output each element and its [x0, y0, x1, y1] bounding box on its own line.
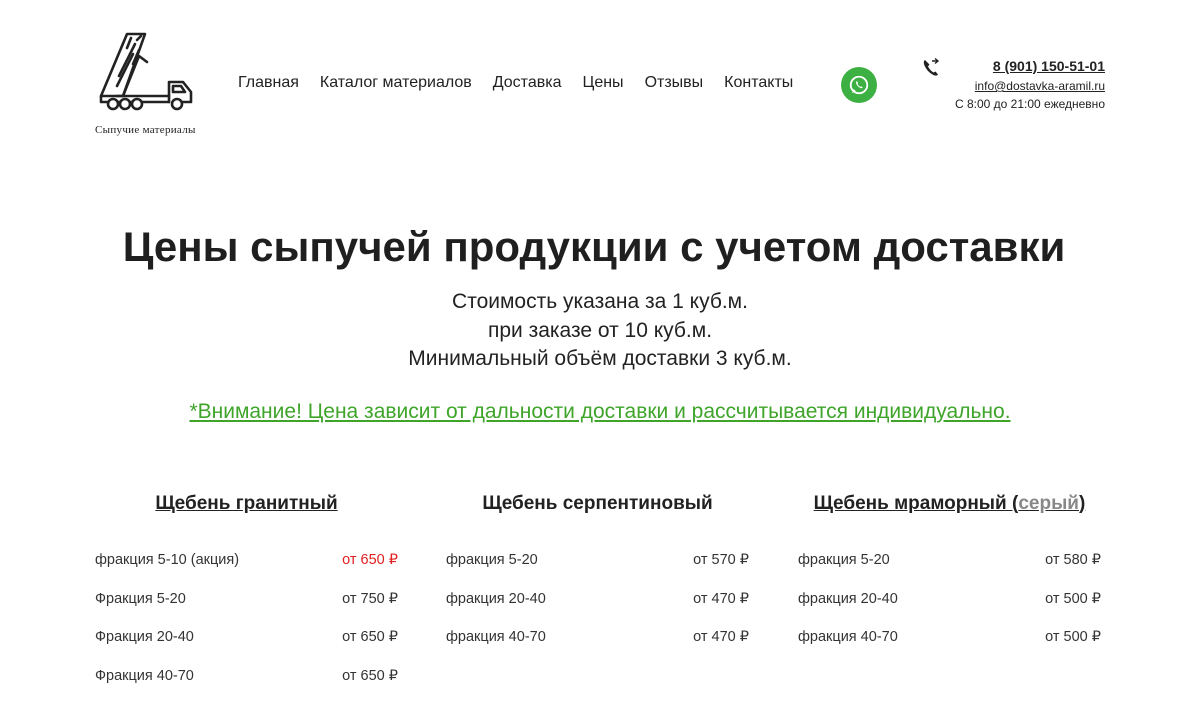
- column-title: Щебень мраморный (серый): [798, 490, 1101, 518]
- price-value: от 750 ₽: [342, 591, 398, 630]
- price-value: от 500 ₽: [1045, 591, 1101, 630]
- price-value: от 650 ₽: [342, 668, 398, 706]
- price-row: Фракция 5-20 от 750 ₽: [95, 591, 398, 630]
- price-value: от 570 ₽: [693, 552, 749, 591]
- email-link[interactable]: info@dostavka-aramil.ru: [955, 78, 1105, 94]
- marble-title-end: ): [1079, 493, 1085, 514]
- nav-home[interactable]: Главная: [238, 74, 299, 92]
- marble-link[interactable]: Щебень мраморный (серый): [814, 493, 1086, 514]
- column-title: Щебень серпентиновый: [446, 490, 749, 518]
- price-conditions: Стоимость указана за 1 куб.м. при заказе…: [0, 288, 1200, 374]
- price-value: от 470 ₽: [693, 629, 749, 668]
- fraction-label: фракция 20-40: [798, 591, 898, 630]
- fraction-label: фракция 40-70: [798, 629, 898, 668]
- price-list: фракция 5-20 от 580 ₽ фракция 20-40 от 5…: [798, 552, 1101, 668]
- logo-caption: Сыпучие материалы: [95, 124, 196, 136]
- fraction-label: Фракция 5-20: [95, 591, 186, 630]
- attention-note-link[interactable]: *Внимание! Цена зависит от дальности дос…: [189, 400, 1010, 423]
- price-row: фракция 40-70 от 500 ₽: [798, 629, 1101, 668]
- whatsapp-icon: [848, 74, 870, 96]
- column-title: Щебень гранитный: [95, 490, 398, 518]
- contact-block: 8 (901) 150-51-01 info@dostavka-aramil.r…: [955, 57, 1105, 112]
- price-row: фракция 40-70 от 470 ₽: [446, 629, 749, 668]
- nav-reviews[interactable]: Отзывы: [645, 74, 704, 92]
- site-logo[interactable]: Сыпучие материалы: [95, 30, 205, 140]
- price-column-serpentine: Щебень серпентиновый фракция 5-20 от 570…: [446, 490, 749, 518]
- price-column-granite: Щебень гранитный фракция 5-10 (акция) от…: [95, 490, 398, 518]
- grey-variant-link[interactable]: серый: [1018, 493, 1079, 514]
- price-value: от 470 ₽: [693, 591, 749, 630]
- condition-line: Стоимость указана за 1 куб.м.: [0, 288, 1200, 317]
- condition-line: при заказе от 10 куб.м.: [0, 317, 1200, 346]
- price-row: Фракция 40-70 от 650 ₽: [95, 668, 398, 706]
- price-value: от 580 ₽: [1045, 552, 1101, 591]
- price-value: от 500 ₽: [1045, 629, 1101, 668]
- nav-contacts[interactable]: Контакты: [724, 74, 793, 92]
- page-title: Цены сыпучей продукции с учетом доставки: [0, 222, 1188, 272]
- nav-prices[interactable]: Цены: [582, 74, 623, 92]
- fraction-label: фракция 5-20: [446, 552, 538, 591]
- fraction-label: Фракция 40-70: [95, 668, 194, 706]
- price-row: фракция 5-20 от 580 ₽: [798, 552, 1101, 591]
- phone-link[interactable]: 8 (901) 150-51-01: [955, 57, 1105, 75]
- granite-link[interactable]: Щебень гранитный: [155, 493, 337, 514]
- whatsapp-button[interactable]: [841, 67, 877, 103]
- dump-truck-icon: [97, 30, 193, 112]
- condition-line: Минимальный объём доставки 3 куб.м.: [0, 345, 1200, 374]
- fraction-label: Фракция 20-40: [95, 629, 194, 668]
- price-row: Фракция 20-40 от 650 ₽: [95, 629, 398, 668]
- price-list: фракция 5-20 от 570 ₽ фракция 20-40 от 4…: [446, 552, 749, 668]
- fraction-label: фракция 40-70: [446, 629, 546, 668]
- price-row: фракция 20-40 от 500 ₽: [798, 591, 1101, 630]
- nav-catalog[interactable]: Каталог материалов: [320, 74, 472, 92]
- working-hours: С 8:00 до 21:00 ежедневно: [955, 96, 1105, 112]
- price-row: фракция 20-40 от 470 ₽: [446, 591, 749, 630]
- main-nav: Главная Каталог материалов Доставка Цены…: [238, 74, 793, 92]
- fraction-label: фракция 20-40: [446, 591, 546, 630]
- price-value: от 650 ₽: [342, 552, 398, 591]
- price-row: фракция 5-10 (акция) от 650 ₽: [95, 552, 398, 591]
- price-column-marble: Щебень мраморный (серый) фракция 5-20 от…: [798, 490, 1101, 518]
- marble-title-text: Щебень мраморный (: [814, 493, 1019, 514]
- attention-note: *Внимание! Цена зависит от дальности дос…: [0, 400, 1200, 424]
- nav-delivery[interactable]: Доставка: [493, 74, 562, 92]
- price-list: фракция 5-10 (акция) от 650 ₽ Фракция 5-…: [95, 552, 398, 706]
- price-value: от 650 ₽: [342, 629, 398, 668]
- phone-icon: [922, 58, 940, 78]
- fraction-label: фракция 5-20: [798, 552, 890, 591]
- fraction-label: фракция 5-10 (акция): [95, 552, 239, 591]
- price-row: фракция 5-20 от 570 ₽: [446, 552, 749, 591]
